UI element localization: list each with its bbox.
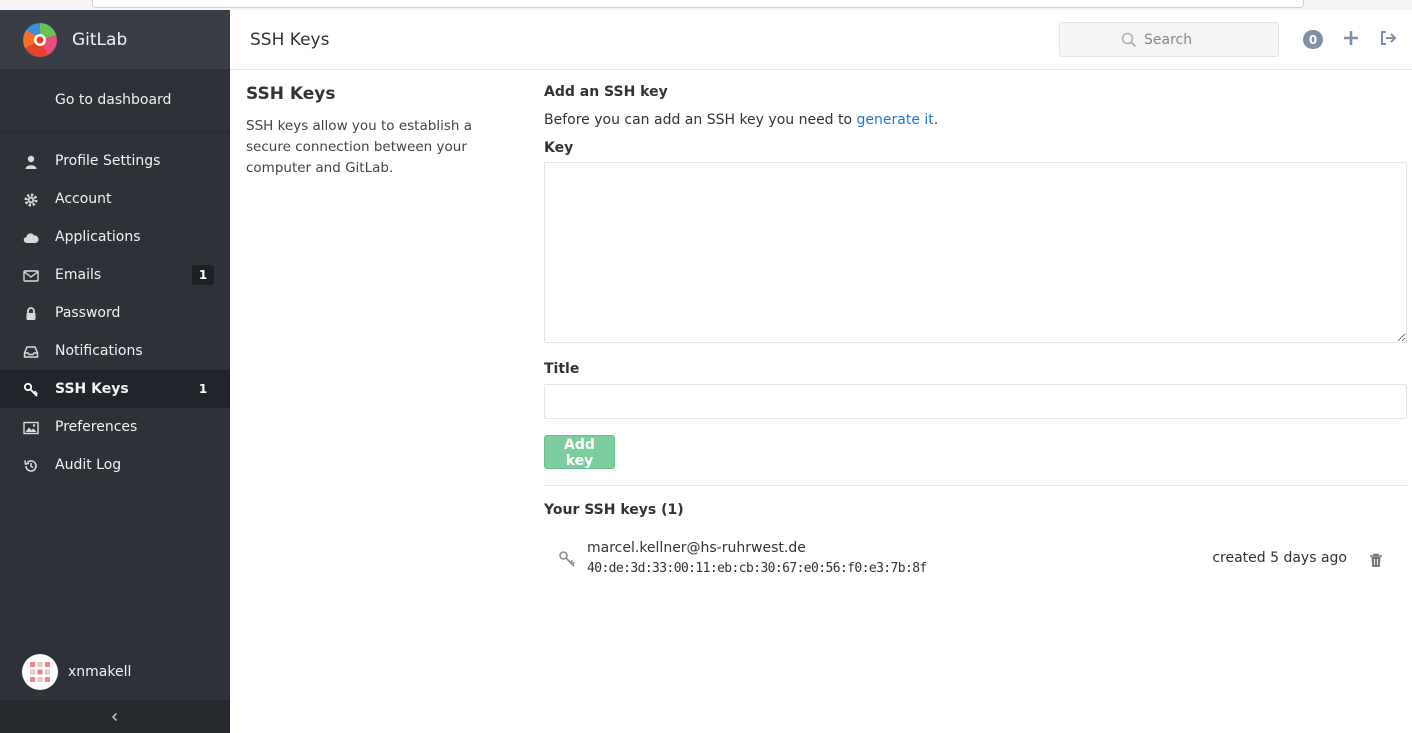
- sidebar-item-notifications[interactable]: Notifications: [0, 332, 230, 370]
- ssh-keys-count-badge: 1: [198, 382, 208, 396]
- page-title: SSH Keys: [250, 30, 330, 50]
- section-heading: SSH Keys: [246, 84, 336, 104]
- ssh-key-form: Add an SSH key Before you can add an SSH…: [544, 84, 1407, 580]
- intro-text-end: .: [933, 112, 939, 128]
- cloud-icon: [23, 233, 39, 244]
- sidebar: GitLab Go to dashboard Profile Settings …: [0, 10, 230, 733]
- key-icon: [23, 382, 38, 397]
- generate-it-link[interactable]: generate it: [857, 112, 934, 128]
- key-label: Key: [544, 140, 574, 156]
- brand[interactable]: GitLab: [0, 10, 230, 69]
- sidebar-item-label: Applications: [55, 229, 141, 245]
- emails-count-badge: 1: [192, 265, 214, 285]
- sidebar-item-applications[interactable]: Applications: [0, 218, 230, 256]
- intro-text-main: Before you can add an SSH key you need t…: [544, 112, 857, 128]
- sidebar-item-ssh-keys[interactable]: SSH Keys 1: [0, 370, 230, 408]
- divider: [544, 485, 1407, 486]
- key-textarea[interactable]: [544, 162, 1407, 343]
- sidebar-item-emails[interactable]: Emails 1: [0, 256, 230, 294]
- inbox-icon: [23, 346, 39, 358]
- image-icon: [23, 421, 39, 435]
- sidebar-item-password[interactable]: Password: [0, 294, 230, 332]
- gear-icon: [24, 193, 38, 207]
- go-to-dashboard-link[interactable]: Go to dashboard: [0, 69, 230, 132]
- ssh-key-created: created 5 days ago: [1212, 550, 1347, 566]
- envelope-icon: [23, 270, 39, 282]
- ssh-key-title-link[interactable]: marcel.kellner@hs-ruhrwest.de: [587, 540, 806, 556]
- sidebar-item-label: Password: [55, 305, 121, 321]
- section-description: SSH keys allow you to establish a secure…: [246, 118, 472, 176]
- title-input[interactable]: [544, 384, 1407, 419]
- sidebar-item-label: Profile Settings: [55, 153, 161, 169]
- collapse-sidebar-button[interactable]: [0, 700, 230, 733]
- history-icon: [24, 460, 37, 472]
- sidebar-item-label: Notifications: [55, 343, 143, 359]
- intro-text: Before you can add an SSH key you need t…: [544, 112, 1407, 128]
- chevron-left-icon: [111, 712, 118, 721]
- user-icon: [25, 155, 37, 169]
- sidebar-item-label: Account: [55, 191, 112, 207]
- search-icon: [1121, 32, 1137, 48]
- lock-icon: [26, 307, 36, 320]
- ssh-key-fingerprint: 40:de:3d:33:00:11:eb:cb:30:67:e0:56:f0:e…: [587, 561, 927, 576]
- current-user[interactable]: xnmakell: [0, 646, 230, 698]
- sidebar-item-profile-settings[interactable]: Profile Settings: [0, 142, 230, 180]
- sidebar-item-account[interactable]: Account: [0, 180, 230, 218]
- list-item[interactable]: marcel.kellner@hs-ruhrwest.de 40:de:3d:3…: [544, 540, 1407, 580]
- sidebar-item-audit-log[interactable]: Audit Log: [0, 446, 230, 484]
- search-input[interactable]: Search: [1059, 22, 1279, 57]
- settings-nav: Profile Settings Account Applications Em…: [0, 132, 230, 484]
- top-header: SSH Keys Search 0: [230, 10, 1412, 70]
- search-placeholder: Search: [1144, 32, 1193, 48]
- sidebar-item-label: SSH Keys: [55, 381, 129, 397]
- key-icon: [559, 551, 575, 567]
- add-key-button[interactable]: Add key: [544, 435, 615, 469]
- username: xnmakell: [68, 664, 132, 680]
- sign-out-icon[interactable]: [1378, 28, 1398, 48]
- add-key-heading: Add an SSH key: [544, 84, 668, 100]
- sidebar-item-preferences[interactable]: Preferences: [0, 408, 230, 446]
- gitlab-logo-icon: [23, 22, 57, 57]
- sidebar-item-label: Emails: [55, 267, 102, 283]
- identicon-icon: [30, 662, 50, 682]
- browser-address-bar[interactable]: [92, 0, 1304, 8]
- avatar: [22, 654, 58, 690]
- settings-description: SSH Keys SSH keys allow you to establish…: [246, 84, 516, 179]
- trash-icon[interactable]: [1369, 553, 1383, 568]
- sidebar-item-label: Preferences: [55, 419, 138, 435]
- app-name: GitLab: [72, 29, 128, 50]
- plus-icon[interactable]: [1341, 28, 1361, 48]
- todos-count-badge[interactable]: 0: [1303, 30, 1323, 49]
- your-ssh-keys-heading: Your SSH keys (1): [544, 502, 684, 518]
- sidebar-item-label: Audit Log: [55, 457, 122, 473]
- title-label: Title: [544, 361, 580, 377]
